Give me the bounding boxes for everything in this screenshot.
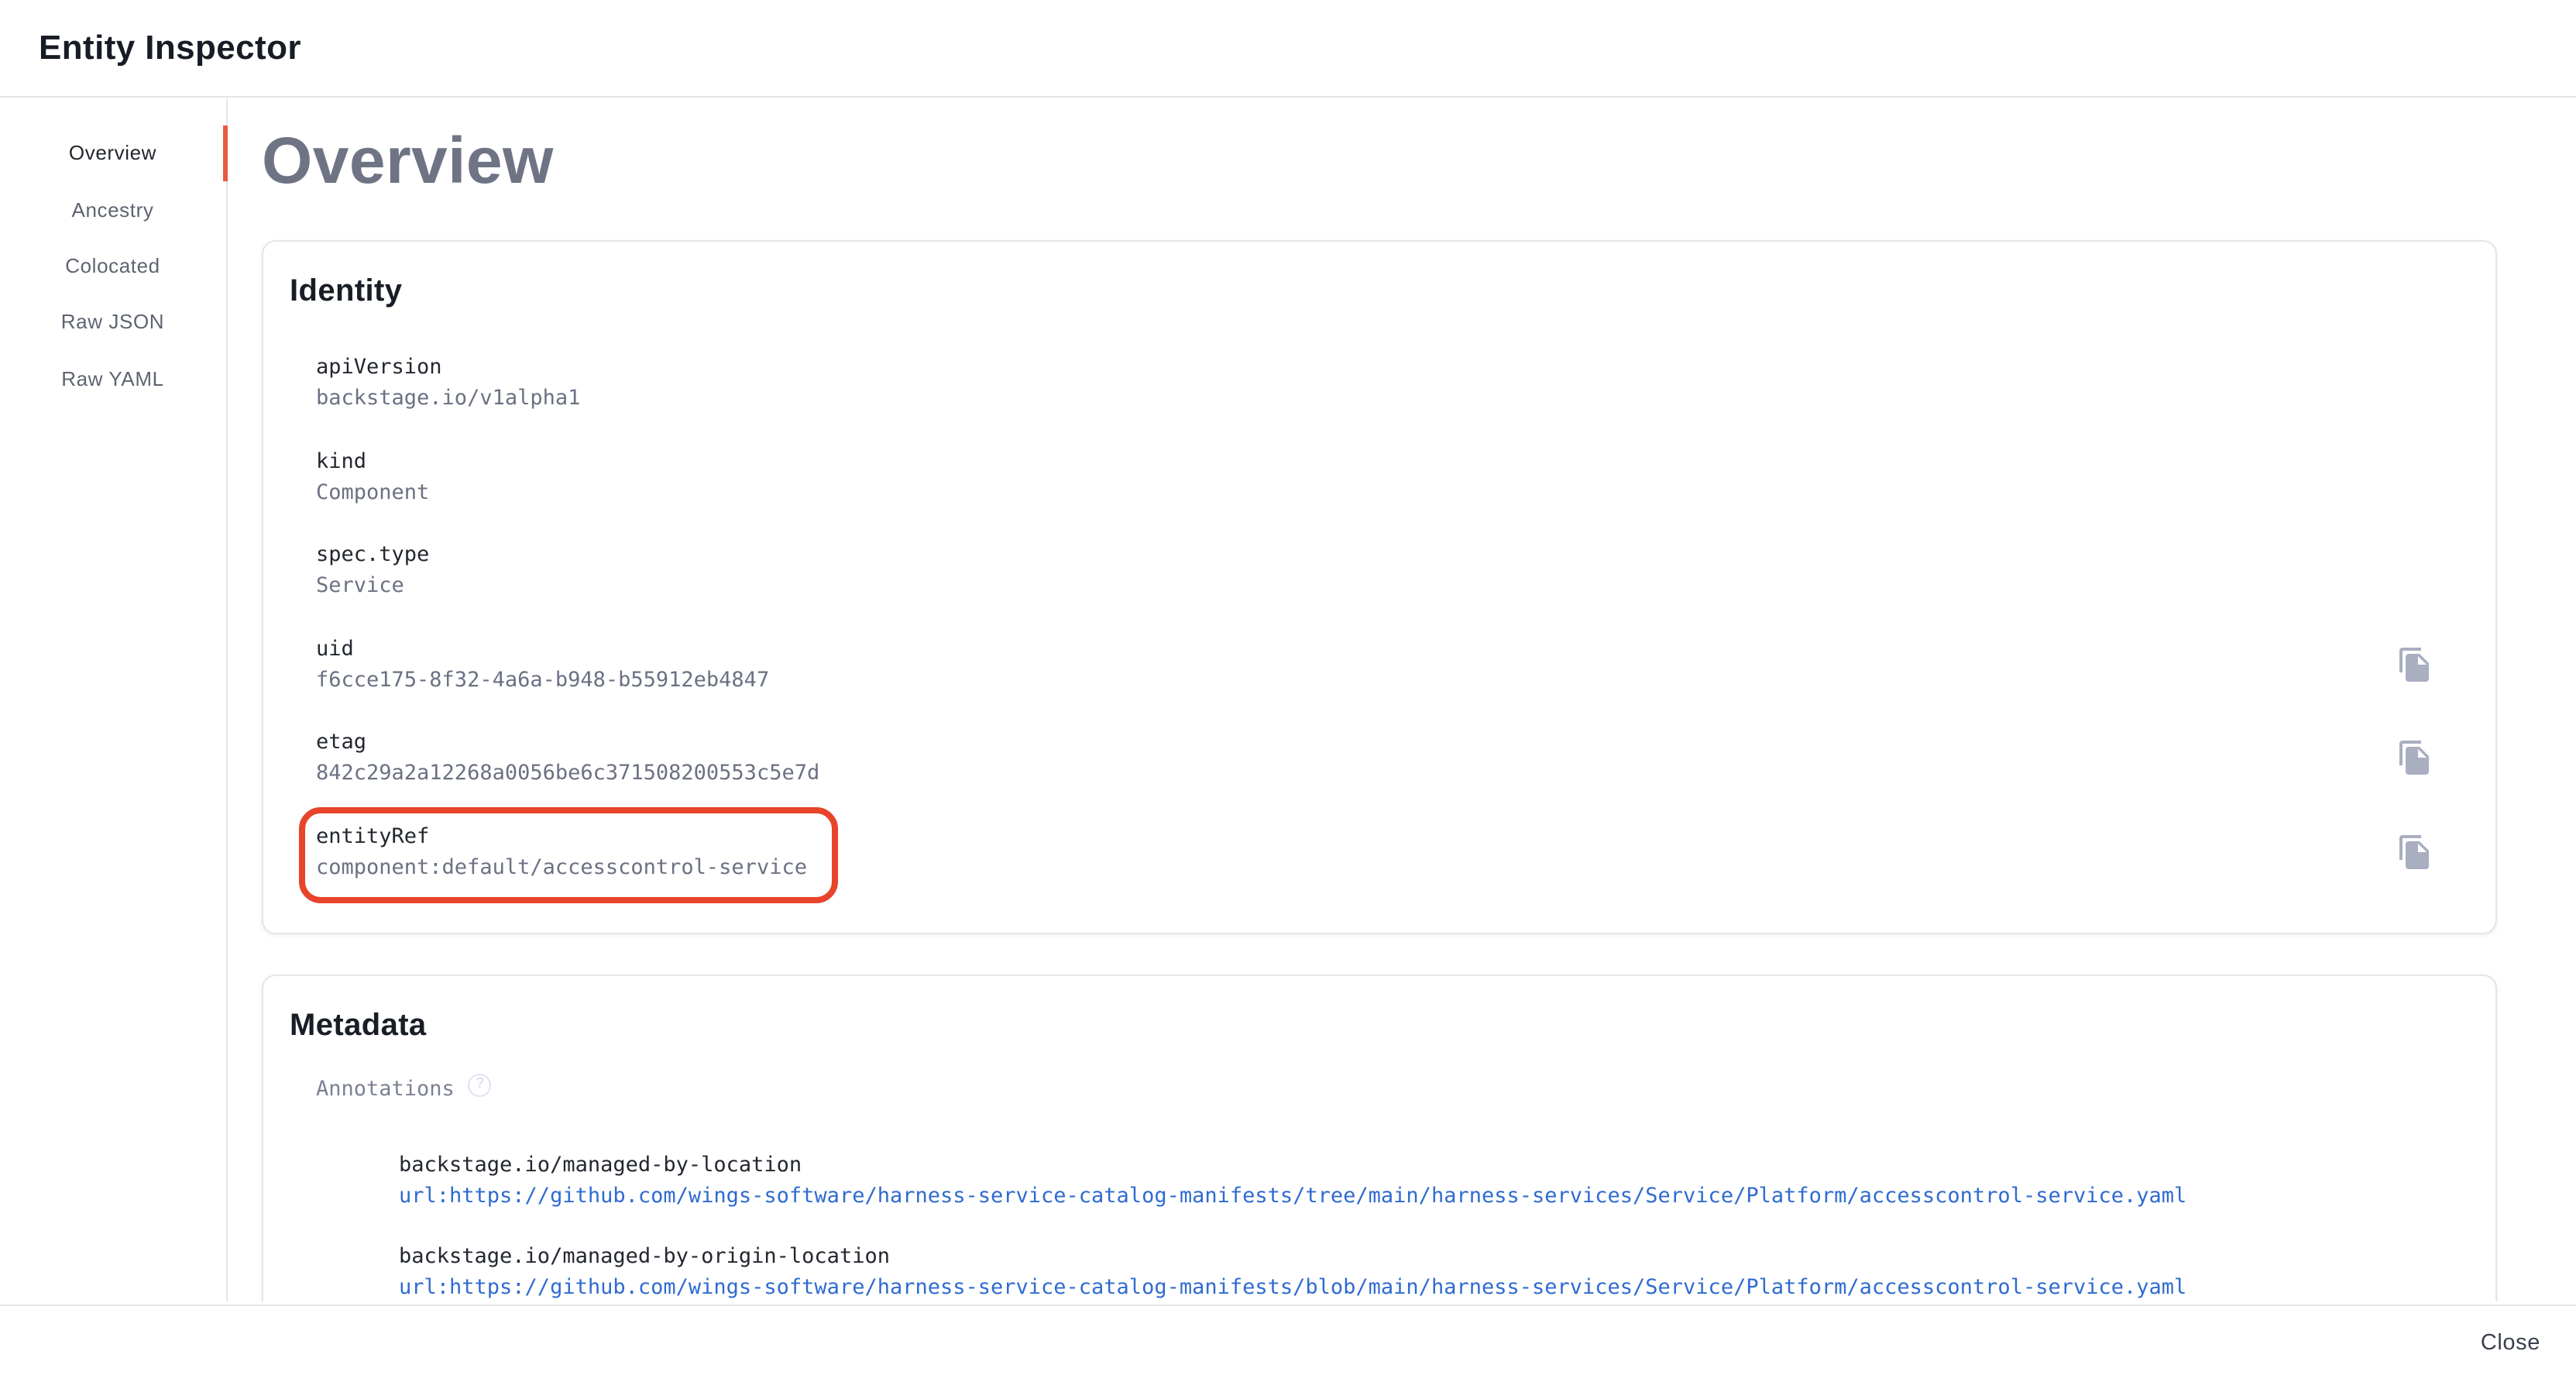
field-label: kind [316,445,429,476]
page-title: Overview [262,129,2576,194]
metadata-card: Metadata Annotations ? backstage.io/mana… [262,975,2497,1301]
copy-uid-button[interactable] [2396,645,2433,682]
annotations-row: Annotations ? [316,1074,2433,1105]
annotation-entries: backstage.io/managed-by-location url:htt… [399,1150,2433,1301]
field-label: etag [316,727,819,758]
copy-icon [2396,833,2433,870]
active-tab-indicator [222,125,228,180]
identity-card-title: Identity [290,273,2433,310]
sidebar-item-raw-json[interactable]: Raw JSON [0,294,225,350]
sidebar-tabs: Overview Ancestry Colocated Raw JSON Raw… [0,99,227,1301]
help-circle-icon[interactable]: ? [469,1073,492,1096]
field-label: entityRef [316,820,807,851]
field-apiversion: apiVersion backstage.io/v1alpha1 [316,352,2433,414]
copy-etag-button[interactable] [2396,739,2433,776]
sidebar-item-colocated[interactable]: Colocated [0,238,225,294]
field-value: 842c29a2a12268a0056be6c371508200553c5e7d [316,758,819,789]
tab-label: Raw YAML [61,367,163,390]
tab-label: Ancestry [72,198,154,221]
field-value: Component [316,476,429,507]
field-uid: uid f6cce175-8f32-4a6a-b948-b55912eb4847 [316,633,2433,695]
field-entityref: entityRef component:default/accesscontro… [316,820,2433,882]
field-value: backstage.io/v1alpha1 [316,383,580,414]
tab-label: Colocated [65,254,160,277]
field-value: Service [316,570,429,601]
entity-inspector-dialog: Entity Inspector Overview Ancestry Coloc… [0,0,2576,1382]
identity-card: Identity apiVersion backstage.io/v1alpha… [262,240,2497,934]
close-button[interactable]: Close [2465,1322,2556,1366]
annotations-label: Annotations [316,1074,455,1105]
sidebar-item-raw-yaml[interactable]: Raw YAML [0,350,225,407]
annotation-url-link[interactable]: url:https://github.com/wings-software/ha… [399,1181,2186,1212]
field-spec-type: spec.type Service [316,539,2433,601]
identity-fields: apiVersion backstage.io/v1alpha1 kind Co… [316,352,2433,882]
copy-entityref-button[interactable] [2396,833,2433,870]
copy-icon [2396,645,2433,682]
metadata-card-title: Metadata [290,1007,2433,1044]
field-value: f6cce175-8f32-4a6a-b948-b55912eb4847 [316,664,769,695]
dialog-footer: Close [0,1304,2576,1382]
tab-label: Overview [69,141,156,164]
sidebar-item-overview[interactable]: Overview [0,125,225,181]
annotation-key: backstage.io/managed-by-location [399,1150,2433,1181]
annotation-entry: backstage.io/managed-by-origin-location … [399,1241,2433,1301]
field-label: spec.type [316,539,429,570]
annotation-key: backstage.io/managed-by-origin-location [399,1241,2433,1272]
dialog-header: Entity Inspector [0,0,2576,97]
copy-icon [2396,739,2433,776]
field-label: apiVersion [316,352,580,383]
field-etag: etag 842c29a2a12268a0056be6c371508200553… [316,727,2433,789]
annotation-entry: backstage.io/managed-by-location url:htt… [399,1150,2433,1212]
tab-label: Raw JSON [61,311,164,334]
annotation-url-link[interactable]: url:https://github.com/wings-software/ha… [399,1272,2186,1301]
tab-content: Overview Identity apiVersion backstage.i… [227,99,2576,1301]
dialog-title: Entity Inspector [39,28,301,68]
field-label: uid [316,633,769,664]
sidebar-item-ancestry[interactable]: Ancestry [0,181,225,238]
dialog-body: Overview Ancestry Colocated Raw JSON Raw… [0,99,2576,1301]
field-value: component:default/accesscontrol-service [316,851,807,882]
field-kind: kind Component [316,445,2433,507]
